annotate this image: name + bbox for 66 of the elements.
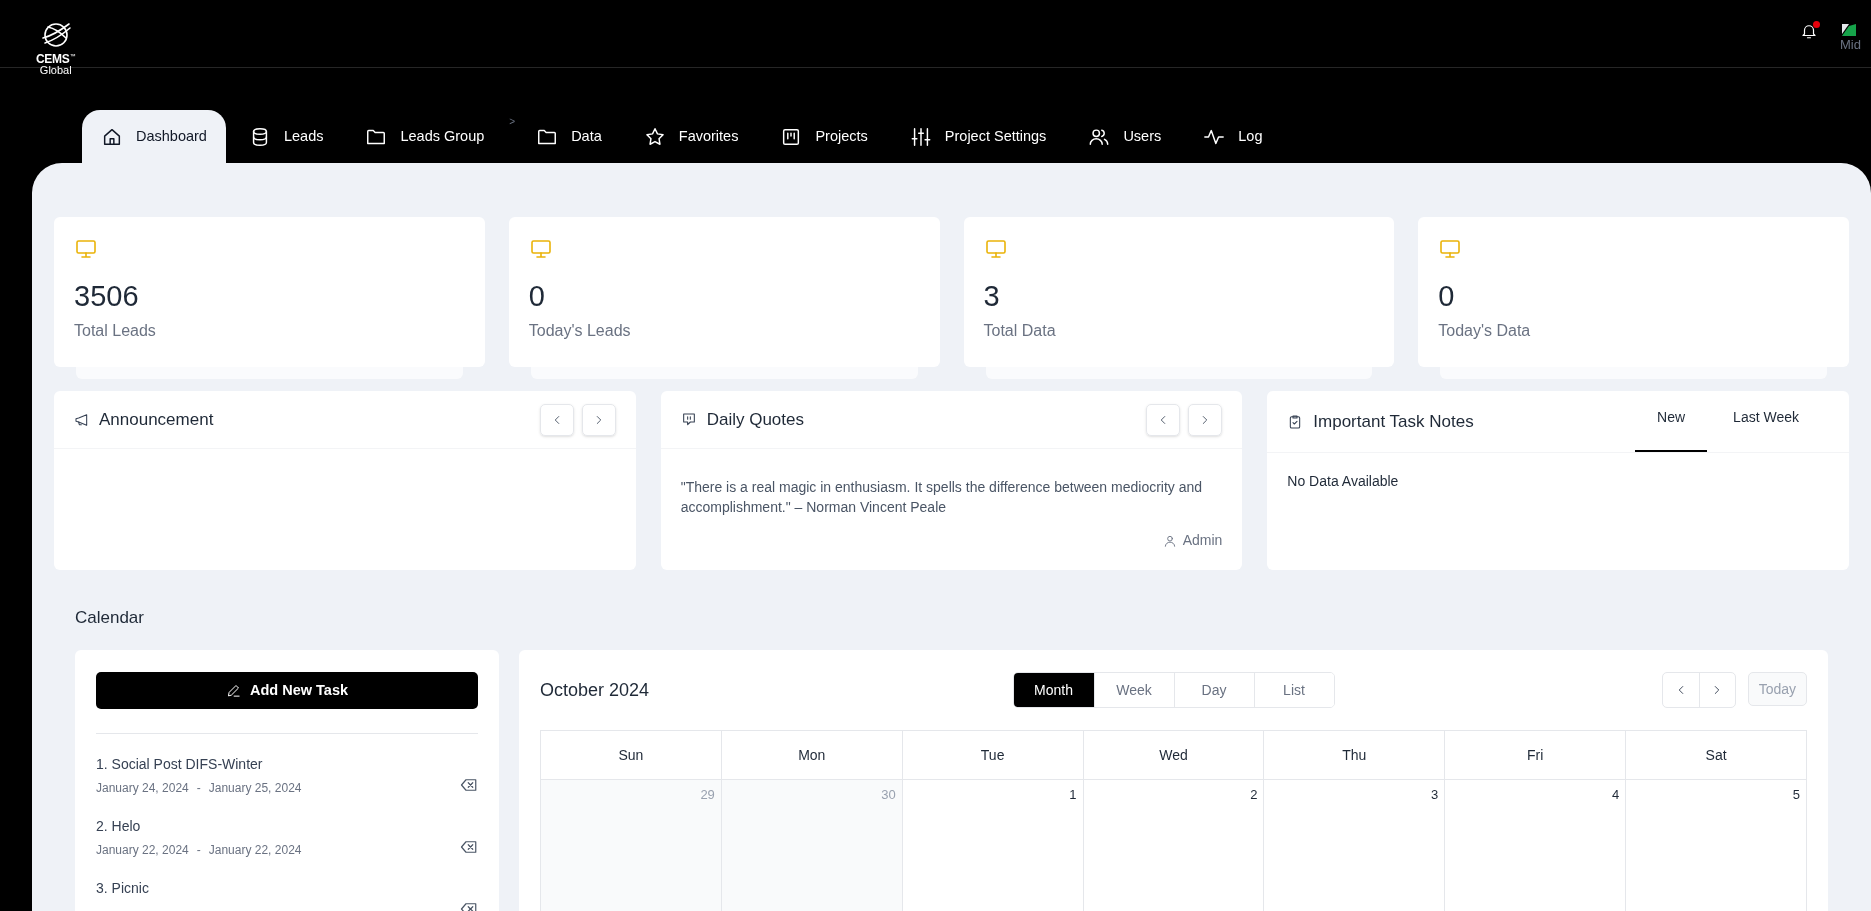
- date-separator: -: [196, 780, 201, 797]
- pencil-icon: [226, 683, 241, 698]
- monitor-icon: [528, 237, 553, 261]
- nav-tab[interactable]: Favorites: [624, 110, 758, 163]
- task-end-date: January 22, 2024: [208, 842, 302, 859]
- card-title: Important Task Notes: [1313, 410, 1474, 433]
- breadcrumb-separator: >: [509, 115, 516, 129]
- weekday-header: Wed: [1159, 745, 1188, 765]
- nav-tab[interactable]: Dashboard: [82, 110, 226, 163]
- nav-tab[interactable]: Leads: [229, 110, 343, 163]
- add-task-button[interactable]: Add New Task: [96, 672, 478, 709]
- notes-tab[interactable]: New: [1635, 391, 1708, 452]
- backspace-delete-icon[interactable]: [460, 840, 478, 854]
- task-end-date: January 25, 2024: [208, 780, 302, 797]
- view-tab[interactable]: Month: [1013, 673, 1094, 707]
- section-title: Calendar: [75, 608, 145, 628]
- task-title[interactable]: 2. Helo: [96, 816, 302, 837]
- nav-tab[interactable]: Data: [517, 110, 621, 163]
- nav-tab[interactable]: Project Settings: [890, 110, 1066, 163]
- nav-tab[interactable]: Log: [1184, 110, 1282, 163]
- sliders-icon: [909, 125, 932, 148]
- weekday-header: Mon: [798, 745, 826, 765]
- notes-tab[interactable]: Last Week: [1711, 391, 1821, 452]
- nav-tab[interactable]: Leads Group: [346, 110, 504, 163]
- task-start-date: January 22, 2024: [96, 842, 189, 859]
- stat-value: 3506: [74, 279, 140, 313]
- weekday-header: Fri: [1527, 745, 1544, 765]
- bell-icon[interactable]: [1800, 22, 1818, 40]
- quote-author: Admin: [1182, 531, 1223, 550]
- view-tab[interactable]: List: [1253, 673, 1334, 707]
- next-button[interactable]: [1188, 403, 1223, 436]
- nav-tab[interactable]: Projects: [761, 110, 887, 163]
- stat-value: 3: [983, 279, 1001, 313]
- monitor-icon: [74, 237, 98, 261]
- person-icon: [1162, 533, 1177, 548]
- stat-value: 0: [528, 279, 546, 313]
- empty-message: No Data Available: [1286, 472, 1400, 491]
- stat-label: Total Data: [983, 321, 1057, 341]
- card-title: Announcement: [99, 408, 214, 431]
- broken-image-icon: [1840, 22, 1858, 38]
- card-title: Daily Quotes: [706, 408, 804, 431]
- month-title: October 2024: [540, 678, 651, 702]
- monitor-icon: [1438, 237, 1463, 261]
- backspace-delete-icon[interactable]: [460, 778, 478, 792]
- monitor-icon: [983, 237, 1008, 261]
- stat-value: 0: [1438, 279, 1456, 313]
- weekday-header: Sun: [618, 745, 644, 765]
- task-title[interactable]: 3. Picnic: [96, 878, 149, 899]
- megaphone-icon: [74, 411, 90, 428]
- stat-label: Today's Data: [1438, 321, 1532, 341]
- speech-bubble-icon: [680, 411, 697, 428]
- weekday-header: Sat: [1705, 745, 1727, 765]
- previous-button[interactable]: [539, 403, 574, 436]
- date-separator: -: [196, 842, 201, 859]
- stat-label: Total Leads: [74, 321, 157, 341]
- task-title[interactable]: 1. Social Post DIFS-Winter: [96, 754, 302, 775]
- next-button[interactable]: [581, 403, 616, 436]
- user-name[interactable]: Mid: [1840, 38, 1861, 51]
- weekday-header: Tue: [980, 745, 1005, 765]
- weekday-header: Thu: [1342, 745, 1367, 765]
- quote-text: "There is a real magic in enthusiasm. It spells the difference between mediocrity and accomplishment." – Norman Vincent Peale: [679, 478, 1204, 517]
- previous-button[interactable]: [1146, 403, 1181, 436]
- task-start-date: January 24, 2024: [96, 780, 189, 797]
- nav-tab[interactable]: Users: [1069, 110, 1181, 163]
- star-icon: [643, 125, 666, 148]
- stat-label: Today's Leads: [528, 321, 632, 341]
